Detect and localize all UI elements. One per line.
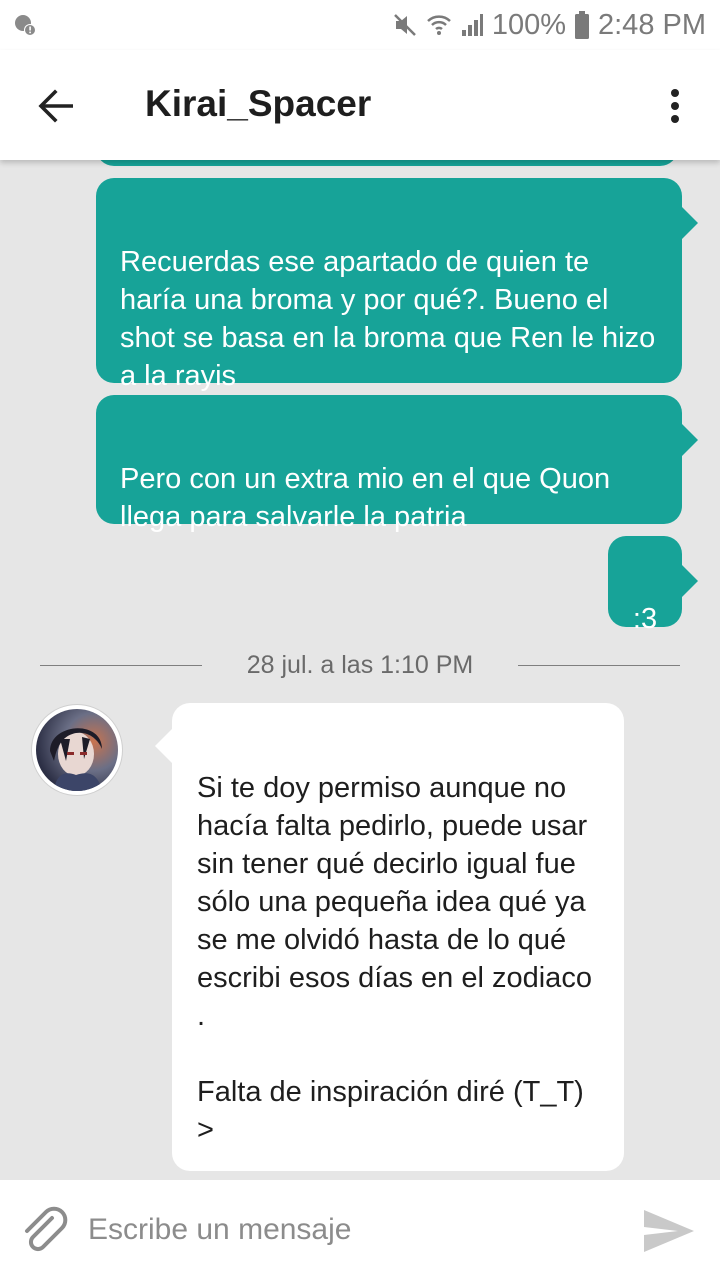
outgoing-message-bubble[interactable]: Pero con un extra mio en el que Quon lle… — [96, 395, 698, 533]
send-icon — [644, 1210, 694, 1252]
attach-button[interactable] — [18, 1204, 72, 1258]
divider — [40, 664, 202, 666]
paperclip-icon — [25, 1206, 68, 1252]
divider — [518, 664, 680, 666]
status-icons: 100% 2:48 PM — [392, 6, 706, 44]
app-bar: Kirai_Spacer — [0, 50, 720, 160]
clock: 2:48 PM — [598, 8, 706, 41]
battery-icon — [574, 11, 590, 39]
notification-icon — [12, 12, 38, 38]
previous-message-bubble[interactable] — [96, 160, 678, 166]
chat-title[interactable]: Kirai_Spacer — [145, 83, 371, 125]
date-label: 28 jul. a las 1:10 PM — [246, 650, 474, 679]
message-text: Pero con un extra mio en el que Quon lle… — [120, 463, 611, 533]
outgoing-message-bubble[interactable]: Recuerdas ese apartado de quien te haría… — [96, 178, 698, 392]
avatar-image — [36, 709, 118, 791]
send-button[interactable] — [640, 1202, 698, 1260]
message-text: Recuerdas ese apartado de quien te haría… — [120, 246, 656, 392]
chat-area[interactable]: Recuerdas ese apartado de quien te haría… — [0, 160, 720, 1180]
incoming-message-bubble[interactable]: Si te doy permiso aunque no hacía falta … — [155, 703, 624, 1171]
back-button[interactable] — [30, 80, 82, 132]
status-bar: 100% 2:48 PM — [0, 0, 720, 50]
avatar[interactable] — [32, 705, 122, 795]
message-text: Si te doy permiso aunque no hacía falta … — [197, 772, 592, 1146]
more-options-button[interactable] — [660, 80, 690, 132]
date-separator: 28 jul. a las 1:10 PM — [40, 648, 680, 682]
outgoing-message-bubble[interactable]: :3 — [608, 536, 698, 635]
message-composer — [0, 1180, 720, 1280]
back-arrow-icon — [38, 89, 73, 123]
mute-icon — [392, 12, 418, 38]
more-vertical-icon — [671, 89, 679, 123]
battery-level: 100% — [491, 8, 566, 41]
signal-icon — [460, 12, 484, 38]
wifi-icon — [426, 12, 452, 38]
message-input[interactable] — [88, 1202, 608, 1258]
message-text: :3 — [632, 603, 658, 635]
